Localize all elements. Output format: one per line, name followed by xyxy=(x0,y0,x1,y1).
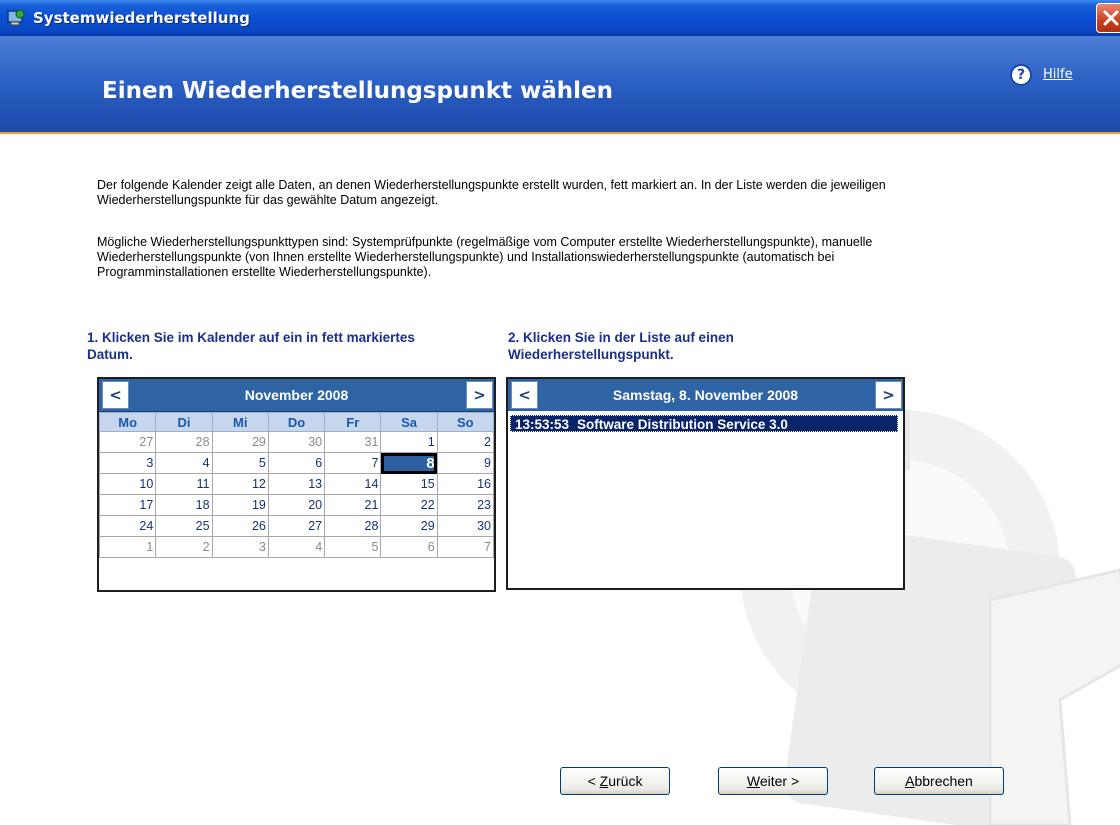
weekday-label: So xyxy=(436,412,495,432)
calendar-day[interactable]: 29 xyxy=(211,431,269,453)
calendar-week-row: 10 11 12 13 14 15 16 xyxy=(98,473,495,495)
calendar-month-label: November 2008 xyxy=(244,387,349,403)
next-button[interactable]: Weiter > xyxy=(718,767,828,795)
weekday-label: Sa xyxy=(380,412,438,432)
close-icon xyxy=(1103,10,1119,26)
calendar-day-selected[interactable]: 8 xyxy=(380,452,438,474)
calendar-day[interactable]: 3 xyxy=(98,452,157,474)
restore-point-name: Software Distribution Service 3.0 xyxy=(577,417,788,432)
calendar-day[interactable]: 7 xyxy=(324,452,382,474)
calendar-day[interactable]: 15 xyxy=(380,473,438,495)
calendar-day[interactable]: 30 xyxy=(267,431,326,453)
calendar-day[interactable]: 10 xyxy=(98,473,157,495)
calendar-day[interactable]: 9 xyxy=(436,452,495,474)
calendar-week-row: 27 28 29 30 31 1 2 xyxy=(98,431,495,453)
next-button-key: W xyxy=(746,773,760,789)
close-button[interactable] xyxy=(1096,3,1120,33)
calendar-day[interactable]: 27 xyxy=(98,431,157,453)
calendar-day[interactable]: 2 xyxy=(436,431,495,453)
next-button-rest: eiter > xyxy=(759,773,800,789)
calendar-grid: Mo Di Mi Do Fr Sa So 27 28 29 30 31 1 2 3 4 5 6 7 8 9 10 11 12… xyxy=(98,412,495,558)
window-title: Systemwiederherstellung xyxy=(33,9,250,27)
calendar-day[interactable]: 7 xyxy=(436,536,495,558)
back-button-rest: urück xyxy=(608,773,643,789)
calendar-day[interactable]: 28 xyxy=(324,515,382,537)
back-button-key: Z xyxy=(599,773,609,789)
weekday-label: Mo xyxy=(98,412,157,432)
calendar-day[interactable]: 13 xyxy=(267,473,326,495)
help-link[interactable]: Hilfe xyxy=(1043,67,1073,82)
calendar-day[interactable]: 30 xyxy=(436,515,495,537)
calendar-day[interactable]: 17 xyxy=(98,494,157,516)
intro-paragraph-1: Der folgende Kalender zeigt alle Daten, … xyxy=(97,178,886,207)
page-title: Einen Wiederherstellungspunkt wählen xyxy=(102,78,613,104)
calendar-day[interactable]: 25 xyxy=(155,515,213,537)
calendar-day[interactable]: 4 xyxy=(155,452,213,474)
restore-point-item[interactable]: 13:53:53 Software Distribution Service 3.… xyxy=(510,415,898,432)
header-banner: Einen Wiederherstellungspunkt wählen ? H… xyxy=(0,36,1120,134)
calendar-day[interactable]: 2 xyxy=(155,536,213,558)
system-restore-icon xyxy=(7,9,25,26)
weekday-label: Fr xyxy=(324,412,382,432)
calendar-day[interactable]: 28 xyxy=(155,431,213,453)
calendar-day[interactable]: 5 xyxy=(211,452,269,474)
weekday-label: Di xyxy=(155,412,213,432)
calendar-day[interactable]: 6 xyxy=(267,452,326,474)
calendar-day[interactable]: 19 xyxy=(211,494,269,516)
calendar-week-row: 1234567 xyxy=(98,536,495,558)
back-button-prefix: < xyxy=(587,773,600,789)
list-next-day-button[interactable]: > xyxy=(875,381,902,409)
calendar-day[interactable]: 26 xyxy=(211,515,269,537)
calendar-day[interactable]: 4 xyxy=(267,536,326,558)
title-bar: Systemwiederherstellung xyxy=(0,0,1120,36)
calendar-next-month-button[interactable]: > xyxy=(466,381,493,409)
back-button[interactable]: < Zurück xyxy=(560,767,670,795)
restore-point-list: < Samstag, 8. November 2008 > 13:53:53 So… xyxy=(506,377,905,590)
help-question-icon[interactable]: ? xyxy=(1010,64,1032,86)
calendar-header: November 2008 < > xyxy=(99,379,494,412)
calendar-week-row: 17 18 19 20 21 22 23 xyxy=(98,494,495,516)
calendar-day[interactable]: 5 xyxy=(324,536,382,558)
list-prev-day-button[interactable]: < xyxy=(511,381,538,409)
weekday-label: Mi xyxy=(211,412,269,432)
list-header: < Samstag, 8. November 2008 > xyxy=(508,379,903,411)
cancel-button[interactable]: Abbrechen xyxy=(874,767,1004,795)
calendar-day[interactable]: 22 xyxy=(380,494,438,516)
calendar-day[interactable]: 27 xyxy=(267,515,326,537)
calendar-day[interactable]: 6 xyxy=(380,536,438,558)
calendar-day[interactable]: 21 xyxy=(324,494,382,516)
weekday-header-row: Mo Di Mi Do Fr Sa So xyxy=(98,412,495,432)
calendar-day[interactable]: 1 xyxy=(98,536,157,558)
step2-label: 2. Klicken Sie in der Liste auf einen Wi… xyxy=(508,330,734,362)
calendar: November 2008 < > Mo Di Mi Do Fr Sa So 27 28 29 3… xyxy=(97,377,496,592)
calendar-day[interactable]: 14 xyxy=(324,473,382,495)
calendar-day[interactable]: 18 xyxy=(155,494,213,516)
step1-label: 1. Klicken Sie im Kalender auf ein in fe… xyxy=(87,330,415,362)
calendar-day[interactable]: 31 xyxy=(324,431,382,453)
calendar-day[interactable]: 29 xyxy=(380,515,438,537)
list-date-label: Samstag, 8. November 2008 xyxy=(612,387,799,403)
calendar-day[interactable]: 23 xyxy=(436,494,495,516)
calendar-day[interactable]: 11 xyxy=(155,473,213,495)
calendar-day[interactable]: 20 xyxy=(267,494,326,516)
calendar-week-row: 24 25 26 27 28 29 30 xyxy=(98,515,495,537)
calendar-day[interactable]: 3 xyxy=(211,536,269,558)
calendar-week-row: 3456789 xyxy=(98,452,495,474)
calendar-day[interactable]: 1 xyxy=(380,431,438,453)
cancel-button-rest: bbrechen xyxy=(914,773,973,789)
calendar-day[interactable]: 24 xyxy=(98,515,157,537)
intro-paragraph-2: Mögliche Wiederherstellungspunkttypen si… xyxy=(97,235,873,279)
restore-point-time: 13:53:53 xyxy=(515,417,570,432)
weekday-label: Do xyxy=(267,412,326,432)
calendar-day[interactable]: 12 xyxy=(211,473,269,495)
calendar-prev-month-button[interactable]: < xyxy=(102,381,129,409)
calendar-day[interactable]: 16 xyxy=(436,473,495,495)
